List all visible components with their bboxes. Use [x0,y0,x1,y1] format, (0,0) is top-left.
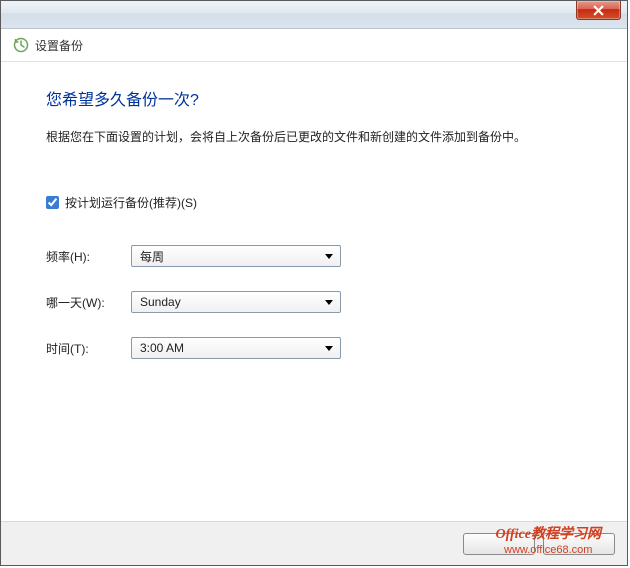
time-label: 时间(T): [46,340,131,357]
content-area: 您希望多久备份一次? 根据您在下面设置的计划，会将自上次备份后已更改的文件和新创… [1,62,627,359]
close-button[interactable] [576,1,621,20]
schedule-checkbox-label: 按计划运行备份(推荐)(S) [65,194,197,211]
page-heading: 您希望多久备份一次? [46,86,587,110]
close-icon [592,5,605,16]
titlebar [1,1,627,29]
day-label: 哪一天(W): [46,294,131,311]
day-row: 哪一天(W): Sunday [46,291,587,313]
description-text: 根据您在下面设置的计划，会将自上次备份后已更改的文件和新创建的文件添加到备份中。 [46,128,587,146]
frequency-row: 频率(H): 每周 [46,245,587,267]
time-row: 时间(T): 3:00 AM [46,337,587,359]
time-dropdown[interactable]: 3:00 AM [131,337,341,359]
header-row: 设置备份 [1,29,627,62]
chevron-down-icon [320,247,336,265]
backup-icon [13,37,29,53]
chevron-down-icon [320,339,336,357]
window-title: 设置备份 [35,37,83,54]
footer-bar [1,521,627,565]
frequency-dropdown[interactable]: 每周 [131,245,341,267]
chevron-down-icon [320,293,336,311]
time-value: 3:00 AM [140,341,184,355]
frequency-label: 频率(H): [46,248,131,265]
day-dropdown[interactable]: Sunday [131,291,341,313]
schedule-checkbox-row: 按计划运行备份(推荐)(S) [46,194,587,211]
day-value: Sunday [140,295,181,309]
frequency-value: 每周 [140,248,164,265]
dialog-window: 设置备份 您希望多久备份一次? 根据您在下面设置的计划，会将自上次备份后已更改的… [0,0,628,566]
ok-button[interactable] [463,533,535,555]
cancel-button[interactable] [543,533,615,555]
schedule-checkbox[interactable] [46,196,59,209]
